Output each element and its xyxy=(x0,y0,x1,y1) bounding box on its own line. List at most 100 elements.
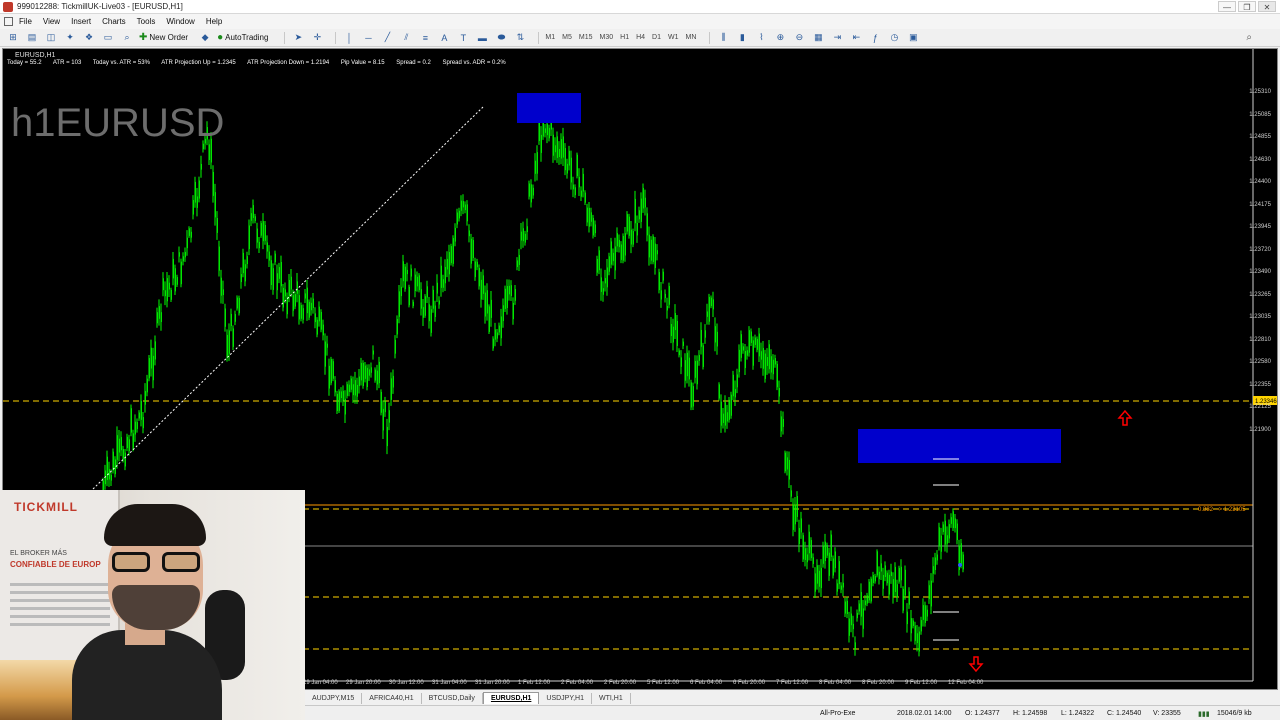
timeframe-m5[interactable]: M5 xyxy=(562,34,572,41)
profiles-icon[interactable]: ▤ xyxy=(25,31,39,44)
cursor-icon[interactable]: ➤ xyxy=(291,31,305,44)
candle-body xyxy=(380,391,382,413)
candle-body xyxy=(448,251,450,275)
timeframe-d1[interactable]: D1 xyxy=(652,34,661,41)
new-order-button[interactable]: ✚ New Order xyxy=(139,32,188,43)
rectangle-icon[interactable]: ▬ xyxy=(475,31,489,44)
autoscroll-icon[interactable]: ⇥ xyxy=(830,31,844,44)
fibonacci-icon[interactable]: ≡ xyxy=(418,31,432,44)
terminal-icon[interactable]: ▭ xyxy=(101,31,115,44)
candle-body xyxy=(222,289,224,296)
candle-body xyxy=(934,557,936,570)
timeframe-mn[interactable]: MN xyxy=(686,34,697,41)
menu-file[interactable]: File xyxy=(19,17,32,26)
metaeditor-icon[interactable]: ◆ xyxy=(198,31,212,44)
candle-body xyxy=(432,289,434,309)
candle-body xyxy=(838,561,840,585)
status-bar: All-Pro-Exe 2018.02.01 14:00 O: 1.24377 … xyxy=(305,705,1280,720)
vertical-line-icon[interactable]: │ xyxy=(342,31,356,44)
menu-tools[interactable]: Tools xyxy=(137,17,156,26)
candle-body xyxy=(336,393,338,412)
candle-body xyxy=(918,631,920,652)
timeframe-m30[interactable]: M30 xyxy=(600,34,614,41)
navigator-icon[interactable]: ❖ xyxy=(82,31,96,44)
ellipse-icon[interactable]: ⬬ xyxy=(494,31,508,44)
bar-chart-icon[interactable]: ⫼ xyxy=(716,31,730,44)
candle-body xyxy=(324,341,326,367)
timeframe-h4[interactable]: H4 xyxy=(636,34,645,41)
tester-icon[interactable]: ⌕ xyxy=(120,31,134,44)
candle-body xyxy=(350,378,352,390)
channel-icon[interactable]: ⫽ xyxy=(399,31,413,44)
crosshair-icon[interactable]: ✛ xyxy=(310,31,324,44)
candle-body xyxy=(580,190,582,197)
tile-windows-icon[interactable]: ▦ xyxy=(811,31,825,44)
data-window-icon[interactable]: ✦ xyxy=(63,31,77,44)
chart-tab[interactable]: USDJPY,H1 xyxy=(539,693,592,704)
menu-window[interactable]: Window xyxy=(166,17,194,26)
autotrading-button[interactable]: ● AutoTrading xyxy=(217,32,268,43)
minimize-button[interactable]: — xyxy=(1218,1,1236,12)
menu-view[interactable]: View xyxy=(43,17,60,26)
templates-icon[interactable]: ▣ xyxy=(906,31,920,44)
chart-shift-icon[interactable]: ⇤ xyxy=(849,31,863,44)
candle-body xyxy=(936,554,938,561)
candle-body xyxy=(790,490,792,497)
candle-body xyxy=(594,224,596,234)
candlestick-icon[interactable]: ▮ xyxy=(735,31,749,44)
candle-body xyxy=(398,291,400,317)
timeframe-m1[interactable]: M1 xyxy=(545,34,555,41)
market-watch-icon[interactable]: ◫ xyxy=(44,31,58,44)
chart-tab[interactable]: EURUSD,H1 xyxy=(482,692,540,704)
periods-icon[interactable]: ◷ xyxy=(887,31,901,44)
candle-body xyxy=(436,282,438,294)
zoom-in-icon[interactable]: ⊕ xyxy=(773,31,787,44)
candle-body xyxy=(264,224,266,241)
window-controls: — ❐ ✕ xyxy=(1218,1,1276,12)
menu-charts[interactable]: Charts xyxy=(102,17,126,26)
chart-tab[interactable]: AFRICA40,H1 xyxy=(362,693,422,704)
timeframe-w1[interactable]: W1 xyxy=(668,34,679,41)
candle-body xyxy=(674,313,676,331)
timeframe-h1[interactable]: H1 xyxy=(620,34,629,41)
close-button[interactable]: ✕ xyxy=(1258,1,1276,12)
candle-body xyxy=(364,365,366,379)
text-icon[interactable]: A xyxy=(437,31,451,44)
restore-button[interactable]: ❐ xyxy=(1238,1,1256,12)
label-icon[interactable]: T xyxy=(456,31,470,44)
candle-body xyxy=(136,422,138,430)
chart-tab[interactable]: AUDJPY,M15 xyxy=(305,693,363,704)
horizontal-line-icon[interactable]: ─ xyxy=(361,31,375,44)
fib-level-label: 0.382 --> 1.23105 xyxy=(1198,507,1246,513)
candle-body xyxy=(946,535,948,544)
candle-body xyxy=(708,296,710,322)
chart-tab[interactable]: BTCUSD,Daily xyxy=(422,693,483,704)
candle-body xyxy=(140,400,142,420)
price-axis-label: 1.23490 xyxy=(1249,269,1271,275)
arrows-icon[interactable]: ⇅ xyxy=(513,31,527,44)
candle-body xyxy=(882,574,884,589)
candle-body xyxy=(396,318,398,335)
candle-body xyxy=(292,295,294,311)
candle-body xyxy=(124,452,126,467)
zoom-out-icon[interactable]: ⊖ xyxy=(792,31,806,44)
candle-body xyxy=(420,289,422,309)
document-icon[interactable] xyxy=(4,17,13,26)
candle-body xyxy=(836,583,838,592)
candle-body xyxy=(858,603,860,612)
candle-body xyxy=(510,285,512,297)
menu-insert[interactable]: Insert xyxy=(71,17,91,26)
indicators-icon[interactable]: ƒ xyxy=(868,31,882,44)
chart-tab[interactable]: WTI,H1 xyxy=(592,693,631,704)
line-chart-icon[interactable]: ⌇ xyxy=(754,31,768,44)
timeframe-m15[interactable]: M15 xyxy=(579,34,593,41)
search-icon[interactable]: ⌕ xyxy=(1246,32,1252,43)
candle-body xyxy=(240,274,242,283)
menu-help[interactable]: Help xyxy=(206,17,222,26)
candle-body xyxy=(706,311,708,317)
new-chart-icon[interactable]: ⊞ xyxy=(6,31,20,44)
candle-body xyxy=(278,267,280,279)
candle-body xyxy=(472,240,474,258)
candle-body xyxy=(898,567,900,582)
trendline-icon[interactable]: ╱ xyxy=(380,31,394,44)
